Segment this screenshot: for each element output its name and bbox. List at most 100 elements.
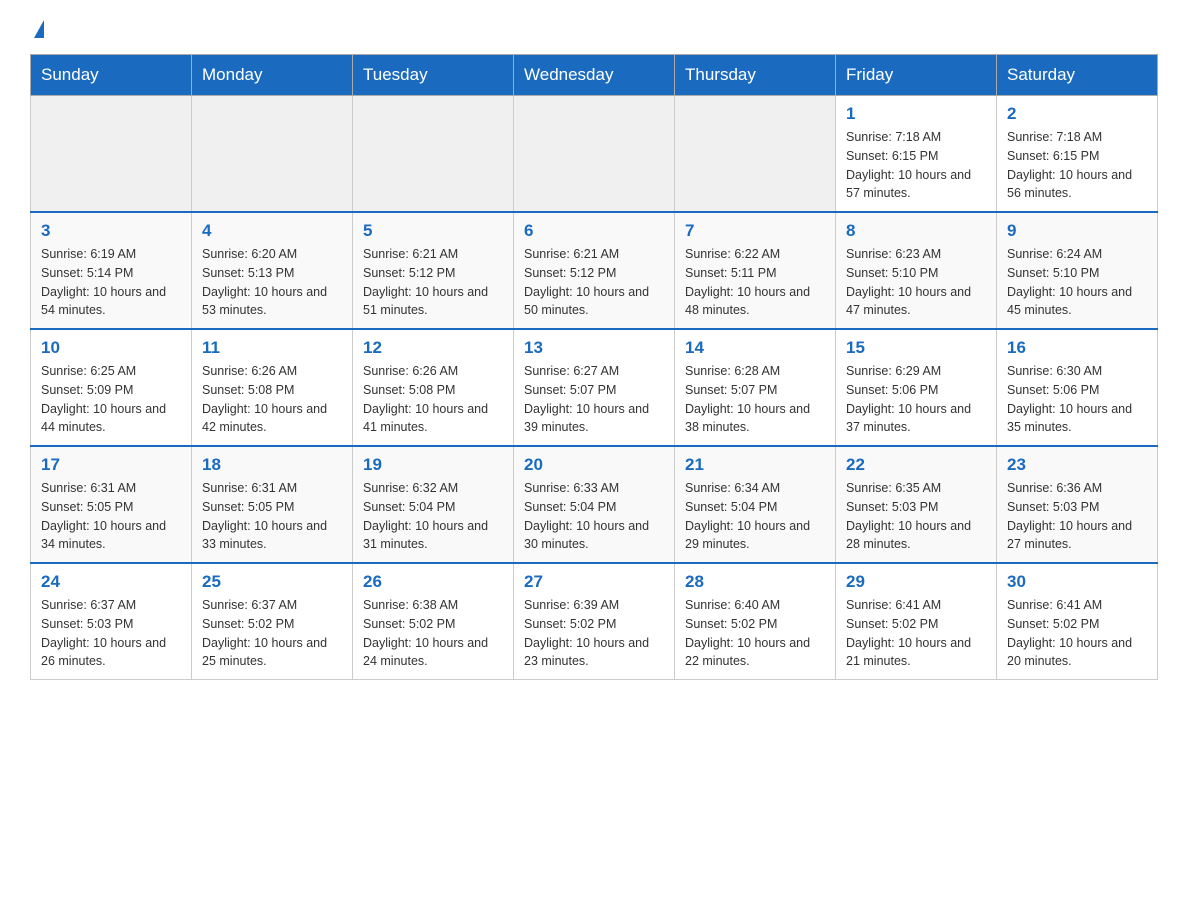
calendar-cell: 29 Sunrise: 6:41 AM Sunset: 5:02 PM Dayli…: [836, 563, 997, 680]
calendar-cell: 9 Sunrise: 6:24 AM Sunset: 5:10 PM Daylig…: [997, 212, 1158, 329]
day-info: Sunrise: 6:36 AM Sunset: 5:03 PM Dayligh…: [1007, 479, 1147, 554]
day-info: Sunrise: 6:39 AM Sunset: 5:02 PM Dayligh…: [524, 596, 664, 671]
day-number: 3: [41, 221, 181, 241]
page-header: [30, 20, 1158, 36]
day-number: 8: [846, 221, 986, 241]
calendar-cell: 20Sunrise: 6:33 AM Sunset: 5:04 PM Dayli…: [514, 446, 675, 563]
day-number: 29: [846, 572, 986, 592]
calendar-header-friday: Friday: [836, 55, 997, 96]
calendar-cell: 8 Sunrise: 6:23 AM Sunset: 5:10 PM Daylig…: [836, 212, 997, 329]
day-info: Sunrise: 7:18 AM Sunset: 6:15 PM Dayligh…: [846, 128, 986, 203]
day-info: Sunrise: 6:23 AM Sunset: 5:10 PM Dayligh…: [846, 245, 986, 320]
day-info: Sunrise: 6:34 AM Sunset: 5:04 PM Dayligh…: [685, 479, 825, 554]
day-info: Sunrise: 6:29 AM Sunset: 5:06 PM Dayligh…: [846, 362, 986, 437]
day-info: Sunrise: 6:30 AM Sunset: 5:06 PM Dayligh…: [1007, 362, 1147, 437]
day-info: Sunrise: 6:27 AM Sunset: 5:07 PM Dayligh…: [524, 362, 664, 437]
calendar-cell: 16 Sunrise: 6:30 AM Sunset: 5:06 PM Dayli…: [997, 329, 1158, 446]
day-info: Sunrise: 6:40 AM Sunset: 5:02 PM Dayligh…: [685, 596, 825, 671]
calendar-cell: 6 Sunrise: 6:21 AM Sunset: 5:12 PM Daylig…: [514, 212, 675, 329]
calendar-week-row: 3 Sunrise: 6:19 AM Sunset: 5:14 PM Daylig…: [31, 212, 1158, 329]
day-number: 25: [202, 572, 342, 592]
day-number: 19: [363, 455, 503, 475]
calendar-cell: 1 Sunrise: 7:18 AM Sunset: 6:15 PM Daylig…: [836, 96, 997, 213]
day-number: 7: [685, 221, 825, 241]
day-number: 14: [685, 338, 825, 358]
day-number: 6: [524, 221, 664, 241]
day-info: Sunrise: 6:35 AM Sunset: 5:03 PM Dayligh…: [846, 479, 986, 554]
calendar-cell: 17 Sunrise: 6:31 AM Sunset: 5:05 PM Dayli…: [31, 446, 192, 563]
day-info: Sunrise: 6:37 AM Sunset: 5:02 PM Dayligh…: [202, 596, 342, 671]
calendar-week-row: 10 Sunrise: 6:25 AM Sunset: 5:09 PM Dayli…: [31, 329, 1158, 446]
calendar-header-thursday: Thursday: [675, 55, 836, 96]
day-info: Sunrise: 6:41 AM Sunset: 5:02 PM Dayligh…: [846, 596, 986, 671]
calendar-cell: 15 Sunrise: 6:29 AM Sunset: 5:06 PM Dayli…: [836, 329, 997, 446]
day-info: Sunrise: 6:41 AM Sunset: 5:02 PM Dayligh…: [1007, 596, 1147, 671]
day-info: Sunrise: 6:25 AM Sunset: 5:09 PM Dayligh…: [41, 362, 181, 437]
day-number: 9: [1007, 221, 1147, 241]
day-info: Sunrise: 6:32 AM Sunset: 5:04 PM Dayligh…: [363, 479, 503, 554]
day-info: Sunrise: 6:24 AM Sunset: 5:10 PM Dayligh…: [1007, 245, 1147, 320]
day-number: 10: [41, 338, 181, 358]
calendar-cell: 7 Sunrise: 6:22 AM Sunset: 5:11 PM Daylig…: [675, 212, 836, 329]
calendar-table: SundayMondayTuesdayWednesdayThursdayFrid…: [30, 54, 1158, 680]
day-info: Sunrise: 6:38 AM Sunset: 5:02 PM Dayligh…: [363, 596, 503, 671]
calendar-cell: 4 Sunrise: 6:20 AM Sunset: 5:13 PM Daylig…: [192, 212, 353, 329]
logo: [30, 20, 44, 36]
day-number: 5: [363, 221, 503, 241]
calendar-cell: 19 Sunrise: 6:32 AM Sunset: 5:04 PM Dayli…: [353, 446, 514, 563]
day-number: 17: [41, 455, 181, 475]
day-info: Sunrise: 6:21 AM Sunset: 5:12 PM Dayligh…: [363, 245, 503, 320]
calendar-cell: [514, 96, 675, 213]
day-number: 12: [363, 338, 503, 358]
calendar-cell: 5 Sunrise: 6:21 AM Sunset: 5:12 PM Daylig…: [353, 212, 514, 329]
day-info: Sunrise: 6:26 AM Sunset: 5:08 PM Dayligh…: [202, 362, 342, 437]
calendar-cell: 27Sunrise: 6:39 AM Sunset: 5:02 PM Dayli…: [514, 563, 675, 680]
day-number: 22: [846, 455, 986, 475]
day-info: Sunrise: 6:21 AM Sunset: 5:12 PM Dayligh…: [524, 245, 664, 320]
calendar-week-row: 17 Sunrise: 6:31 AM Sunset: 5:05 PM Dayli…: [31, 446, 1158, 563]
calendar-cell: 14 Sunrise: 6:28 AM Sunset: 5:07 PM Dayli…: [675, 329, 836, 446]
calendar-cell: [192, 96, 353, 213]
day-number: 16: [1007, 338, 1147, 358]
calendar-cell: 2Sunrise: 7:18 AM Sunset: 6:15 PM Daylig…: [997, 96, 1158, 213]
day-info: Sunrise: 6:37 AM Sunset: 5:03 PM Dayligh…: [41, 596, 181, 671]
calendar-cell: 3 Sunrise: 6:19 AM Sunset: 5:14 PM Daylig…: [31, 212, 192, 329]
calendar-cell: 13Sunrise: 6:27 AM Sunset: 5:07 PM Dayli…: [514, 329, 675, 446]
day-info: Sunrise: 6:20 AM Sunset: 5:13 PM Dayligh…: [202, 245, 342, 320]
calendar-cell: 23 Sunrise: 6:36 AM Sunset: 5:03 PM Dayli…: [997, 446, 1158, 563]
calendar-cell: 28 Sunrise: 6:40 AM Sunset: 5:02 PM Dayli…: [675, 563, 836, 680]
calendar-cell: 11 Sunrise: 6:26 AM Sunset: 5:08 PM Dayli…: [192, 329, 353, 446]
calendar-week-row: 1 Sunrise: 7:18 AM Sunset: 6:15 PM Daylig…: [31, 96, 1158, 213]
day-number: 15: [846, 338, 986, 358]
calendar-cell: 30Sunrise: 6:41 AM Sunset: 5:02 PM Dayli…: [997, 563, 1158, 680]
day-info: Sunrise: 6:28 AM Sunset: 5:07 PM Dayligh…: [685, 362, 825, 437]
day-number: 1: [846, 104, 986, 124]
day-number: 28: [685, 572, 825, 592]
calendar-cell: 10 Sunrise: 6:25 AM Sunset: 5:09 PM Dayli…: [31, 329, 192, 446]
calendar-cell: [31, 96, 192, 213]
day-number: 11: [202, 338, 342, 358]
day-info: Sunrise: 6:22 AM Sunset: 5:11 PM Dayligh…: [685, 245, 825, 320]
calendar-cell: [675, 96, 836, 213]
day-number: 18: [202, 455, 342, 475]
calendar-header-saturday: Saturday: [997, 55, 1158, 96]
day-info: Sunrise: 6:31 AM Sunset: 5:05 PM Dayligh…: [41, 479, 181, 554]
day-number: 21: [685, 455, 825, 475]
day-info: Sunrise: 7:18 AM Sunset: 6:15 PM Dayligh…: [1007, 128, 1147, 203]
calendar-week-row: 24 Sunrise: 6:37 AM Sunset: 5:03 PM Dayli…: [31, 563, 1158, 680]
calendar-header-monday: Monday: [192, 55, 353, 96]
day-number: 23: [1007, 455, 1147, 475]
day-number: 20: [524, 455, 664, 475]
day-number: 26: [363, 572, 503, 592]
day-number: 24: [41, 572, 181, 592]
day-info: Sunrise: 6:26 AM Sunset: 5:08 PM Dayligh…: [363, 362, 503, 437]
day-info: Sunrise: 6:19 AM Sunset: 5:14 PM Dayligh…: [41, 245, 181, 320]
day-info: Sunrise: 6:31 AM Sunset: 5:05 PM Dayligh…: [202, 479, 342, 554]
calendar-cell: 12 Sunrise: 6:26 AM Sunset: 5:08 PM Dayli…: [353, 329, 514, 446]
calendar-cell: 22 Sunrise: 6:35 AM Sunset: 5:03 PM Dayli…: [836, 446, 997, 563]
calendar-cell: [353, 96, 514, 213]
calendar-header-sunday: Sunday: [31, 55, 192, 96]
calendar-header-row: SundayMondayTuesdayWednesdayThursdayFrid…: [31, 55, 1158, 96]
calendar-cell: 25 Sunrise: 6:37 AM Sunset: 5:02 PM Dayli…: [192, 563, 353, 680]
day-number: 4: [202, 221, 342, 241]
